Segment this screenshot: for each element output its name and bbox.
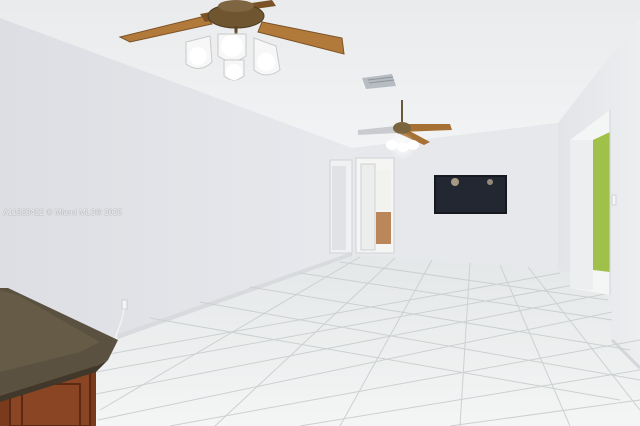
- mls-watermark: A11823422 © Miami MLS® 2025: [3, 208, 123, 217]
- electrical-outlet-icon: [121, 299, 128, 310]
- side-room-opening: [570, 110, 611, 295]
- room-photo: A11823422 © Miami MLS® 2025: [0, 0, 640, 426]
- doorway-icon: [329, 157, 395, 254]
- wall-tv-icon: [434, 175, 507, 214]
- light-switch: [611, 194, 617, 206]
